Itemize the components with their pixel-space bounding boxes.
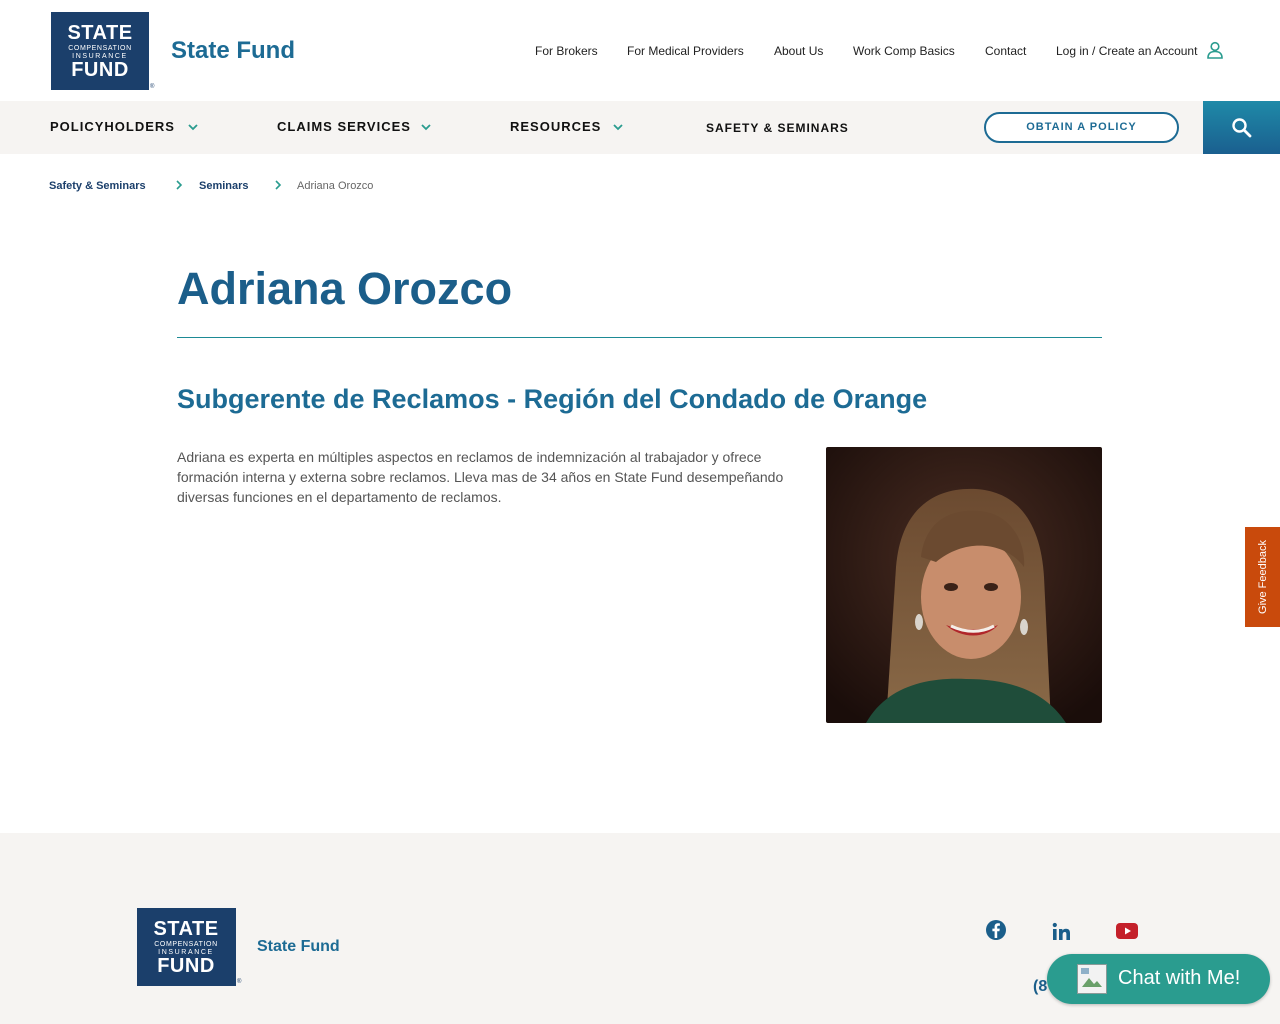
logo-fund-text: FUND xyxy=(71,59,129,81)
chat-button[interactable]: Chat with Me! xyxy=(1047,954,1270,1004)
search-icon xyxy=(1232,118,1252,138)
footer-brand-name[interactable]: State Fund xyxy=(257,938,340,956)
logo-state-text: STATE xyxy=(67,22,133,44)
nav-safety-seminars[interactable]: SAFETY & SEMINARS xyxy=(706,121,849,135)
linkedin-icon[interactable] xyxy=(1050,920,1074,944)
bio-text: Adriana es experta en múltiples aspectos… xyxy=(177,449,784,505)
chevron-down-icon[interactable] xyxy=(612,121,624,133)
site-header: STATE COMPENSATION INSURANCE FUND ® Stat… xyxy=(0,0,1280,101)
facebook-icon[interactable] xyxy=(984,918,1008,942)
logo-registered-mark: ® xyxy=(150,84,155,90)
breadcrumb-current: Adriana Orozco xyxy=(297,180,374,192)
util-nav-for-brokers[interactable]: For Brokers xyxy=(535,44,598,58)
youtube-icon[interactable] xyxy=(1115,919,1139,943)
job-title: Subgerente de Reclamos - Región del Cond… xyxy=(177,384,928,414)
util-nav-login[interactable]: Log in / Create an Account xyxy=(1056,44,1197,58)
chevron-down-icon[interactable] xyxy=(420,121,432,133)
nav-policyholders[interactable]: POLICYHOLDERS xyxy=(50,119,175,134)
logo-compensation-text: COMPENSATION xyxy=(154,941,218,948)
footer-logo[interactable]: STATE COMPENSATION INSURANCE FUND xyxy=(137,908,236,986)
logo-state-text: STATE xyxy=(153,918,219,940)
person-outline-icon[interactable] xyxy=(1206,41,1224,59)
util-nav-contact[interactable]: Contact xyxy=(985,44,1026,58)
brand-name[interactable]: State Fund xyxy=(171,37,295,65)
give-feedback-label: Give Feedback xyxy=(1256,540,1269,614)
state-fund-logo[interactable]: STATE COMPENSATION INSURANCE FUND xyxy=(51,12,149,90)
obtain-policy-button[interactable]: OBTAIN A POLICY xyxy=(984,112,1179,143)
chat-avatar-image-icon xyxy=(1077,964,1107,994)
give-feedback-tab[interactable]: Give Feedback xyxy=(1245,527,1280,627)
page-title: Adriana Orozco xyxy=(177,263,513,314)
main-nav: POLICYHOLDERS CLAIMS SERVICES RESOURCES … xyxy=(0,101,1280,154)
search-button[interactable] xyxy=(1203,101,1280,154)
util-nav-work-comp-basics[interactable]: Work Comp Basics xyxy=(853,44,955,58)
chevron-right-icon xyxy=(176,180,183,190)
nav-resources[interactable]: RESOURCES xyxy=(510,119,601,134)
logo-fund-text: FUND xyxy=(157,955,215,977)
breadcrumb-safety-seminars[interactable]: Safety & Seminars xyxy=(49,180,146,192)
util-nav-about-us[interactable]: About Us xyxy=(774,44,823,58)
logo-compensation-text: COMPENSATION xyxy=(68,45,132,52)
breadcrumb-seminars[interactable]: Seminars xyxy=(199,180,249,192)
chat-label: Chat with Me! xyxy=(1118,967,1241,989)
title-divider xyxy=(177,337,1102,338)
chevron-down-icon[interactable] xyxy=(187,121,199,133)
chevron-right-icon xyxy=(275,180,282,190)
logo-registered-mark: ® xyxy=(237,979,242,985)
nav-claims-services[interactable]: CLAIMS SERVICES xyxy=(277,119,411,134)
profile-photo xyxy=(826,447,1102,723)
footer-phone[interactable]: (8 xyxy=(1033,978,1047,996)
util-nav-for-medical-providers[interactable]: For Medical Providers xyxy=(627,44,744,58)
